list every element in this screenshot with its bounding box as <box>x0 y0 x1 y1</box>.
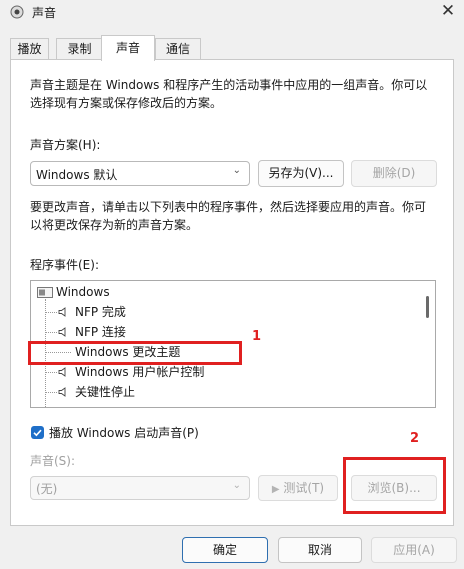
test-button-label: 测试(T) <box>283 481 325 495</box>
highlight-box-1 <box>28 341 242 365</box>
tab-recording[interactable]: 录制 <box>56 38 103 60</box>
list-item-label: Windows <box>56 285 110 299</box>
highlight-box-2 <box>343 457 446 514</box>
window-icon <box>37 287 53 298</box>
cancel-button[interactable]: 取消 <box>278 537 362 563</box>
sound-scheme-dropdown[interactable]: Windows 默认 ⌄ <box>30 161 250 186</box>
list-scrollbar-thumb[interactable] <box>426 296 429 318</box>
speaker-icon <box>58 367 66 377</box>
speaker-icon <box>58 327 66 337</box>
startup-sound-label[interactable]: 播放 Windows 启动声音(P) <box>49 424 199 442</box>
list-item-label: Windows 用户帐户控制 <box>75 365 205 379</box>
annotation-marker-1: 1 <box>252 329 262 344</box>
intro-text-line-2: 选择现有方案或保存修改后的方案。 <box>30 96 223 110</box>
sound-value: (无) <box>36 482 58 496</box>
speaker-icon <box>58 387 66 397</box>
intro-text-line-1: 声音主题是在 Windows 和程序产生的活动事件中应用的一组声音。你可以 <box>30 78 428 92</box>
scheme-label: 声音方案(H): <box>30 138 101 152</box>
instruction-text-line-1: 要更改声音，请单击以下列表中的程序事件，然后选择要应用的声音。你可 <box>30 200 427 214</box>
tree-branch <box>45 392 57 393</box>
chevron-down-icon: ⌄ <box>232 165 241 176</box>
play-icon: ▶ <box>271 484 280 495</box>
checkmark-icon <box>33 429 42 437</box>
apply-button[interactable]: 应用(A) <box>371 537 457 563</box>
tree-branch <box>45 332 57 333</box>
title-bar <box>0 0 464 34</box>
tree-branch <box>45 372 57 373</box>
sound-label: 声音(S): <box>30 454 76 468</box>
list-item-label: 关键性停止 <box>75 385 136 399</box>
save-as-button[interactable]: 另存为(V)... <box>258 160 344 187</box>
speaker-icon <box>58 307 66 317</box>
delete-button[interactable]: 删除(D) <box>351 160 437 187</box>
window-title: 声音 <box>32 6 57 20</box>
instruction-text-line-2: 以将更改保存为新的声音方案。 <box>30 218 199 232</box>
list-item-label: NFP 完成 <box>75 305 126 319</box>
sound-scheme-value: Windows 默认 <box>36 168 118 182</box>
tab-playback[interactable]: 播放 <box>10 38 49 60</box>
close-button[interactable]: ✕ <box>436 0 460 24</box>
startup-sound-checkbox[interactable] <box>31 426 44 439</box>
list-item-label: NFP 连接 <box>75 325 126 339</box>
tab-communications[interactable]: 通信 <box>155 38 201 60</box>
test-button[interactable]: ▶ 测试(T) <box>258 475 338 501</box>
ok-button[interactable]: 确定 <box>182 537 268 563</box>
annotation-marker-2: 2 <box>410 431 420 446</box>
program-events-label: 程序事件(E): <box>30 258 99 272</box>
speaker-app-icon <box>10 5 24 19</box>
tree-branch <box>45 312 57 313</box>
sound-dropdown[interactable]: (无) ⌄ <box>30 476 250 500</box>
chevron-down-icon: ⌄ <box>232 480 241 491</box>
tab-sounds[interactable]: 声音 <box>101 35 155 61</box>
